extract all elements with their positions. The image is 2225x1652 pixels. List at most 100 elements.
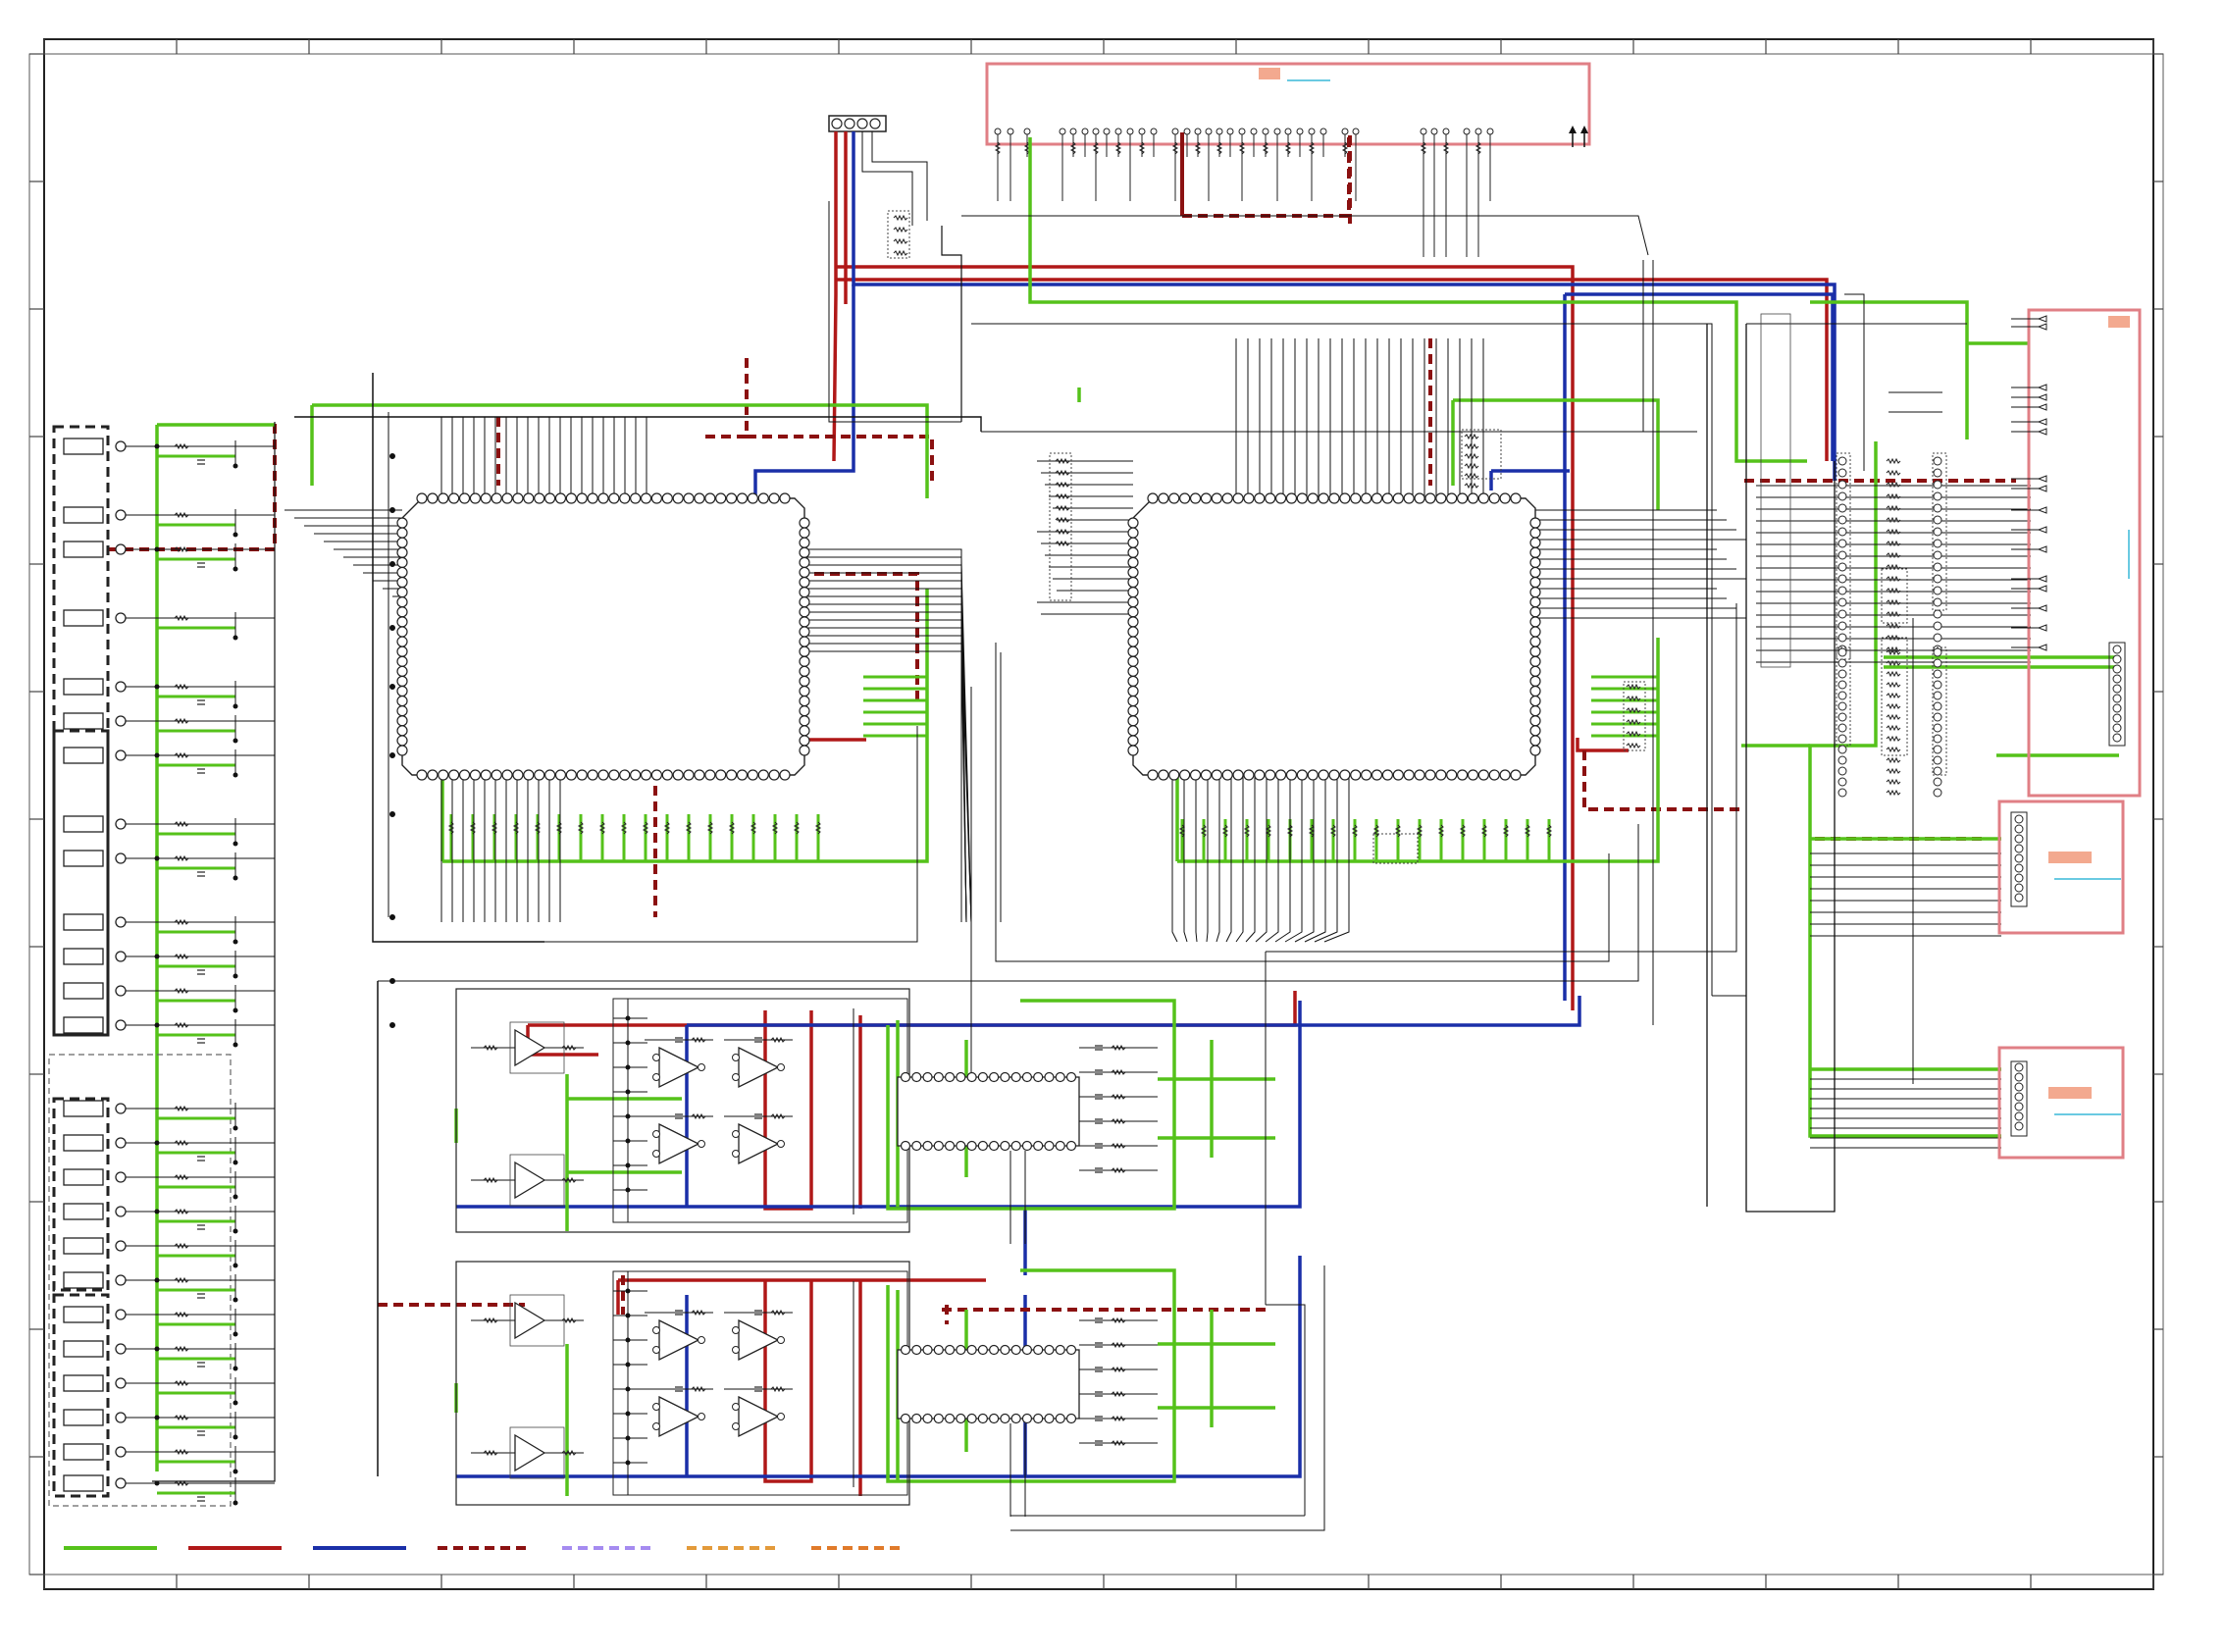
logic-pin (1837, 788, 1847, 798)
resistor-symbol (893, 226, 908, 233)
ic-pin (989, 1140, 1000, 1152)
signal-wire (294, 416, 982, 432)
ic-pin (565, 492, 577, 504)
signal-wire (1304, 775, 1326, 943)
connector-pin (1463, 128, 1471, 135)
connector-pin (2014, 1072, 2024, 1082)
ic-pin (1529, 685, 1541, 697)
input-arrow (2037, 315, 2047, 323)
ic-pin (576, 492, 588, 504)
ic-pin (989, 1413, 1000, 1424)
input-arrow (2037, 384, 2047, 391)
connector-group-outline (52, 1293, 110, 1498)
ic-pin (1529, 527, 1541, 539)
right-connector-block (2010, 308, 2142, 1137)
ic-pin (661, 769, 673, 781)
ic-pin (1446, 492, 1458, 504)
ic-pin (1010, 1413, 1021, 1424)
ic-pin (715, 769, 727, 781)
ic-pin (944, 1071, 956, 1083)
ic-pin (1158, 492, 1169, 504)
signal-wire (804, 643, 962, 922)
ic-pin (956, 1413, 966, 1424)
junction-dot (154, 954, 160, 959)
logic-pin (1933, 491, 1942, 501)
connector-pin (1216, 128, 1223, 135)
ic-pin (1392, 492, 1404, 504)
opamp-pin (777, 1413, 785, 1420)
connector-pin (2014, 853, 2024, 863)
ic-pin (757, 492, 769, 504)
junction-dot (233, 635, 238, 641)
drawing-frame (28, 38, 2164, 1590)
ic-pin (799, 537, 810, 548)
ic-pin (1065, 1344, 1077, 1356)
ic-pin (1265, 492, 1276, 504)
ic-pin (1274, 492, 1287, 504)
junction-dot (389, 914, 395, 920)
resistor-symbol (1886, 670, 1901, 678)
connector-pin (1475, 128, 1482, 135)
signal-wire (1225, 775, 1232, 943)
ic-pin (799, 556, 810, 568)
logic-pin (1933, 574, 1942, 584)
ic-pin (1529, 576, 1541, 589)
ic-body (401, 497, 805, 776)
ic-pin (956, 1071, 966, 1083)
connector-pin (2112, 674, 2122, 684)
junction-dot (389, 811, 395, 817)
ic-pin (523, 492, 535, 504)
logic-pin (1837, 658, 1847, 668)
ic-pin (977, 1413, 988, 1424)
ic-pin (704, 769, 716, 781)
junction-dot (154, 752, 160, 758)
ic-pin (1529, 715, 1541, 727)
opamp-symbol (658, 1395, 700, 1438)
ic-pin (799, 685, 810, 697)
ic-pin (799, 675, 810, 687)
jack-body (63, 1271, 104, 1289)
top-connector-block (985, 62, 1591, 257)
input-arrow (2037, 506, 2047, 514)
ic-pin (799, 596, 810, 608)
signal-wire (1009, 1442, 1305, 1517)
signal-wire (941, 226, 962, 422)
ic-pin (779, 769, 791, 781)
ic-pin (799, 636, 810, 647)
jack-body (63, 541, 104, 558)
ic-pin (1127, 745, 1139, 756)
ic-pin (1055, 1140, 1065, 1152)
signal-wire (804, 572, 962, 922)
ic-pin (396, 596, 408, 608)
ic-pin (1033, 1413, 1044, 1424)
ic-pin (396, 556, 408, 568)
connector-pin (2112, 645, 2122, 654)
ic-pin (799, 725, 810, 737)
logic-pin (1837, 691, 1847, 700)
ic-pin (1189, 492, 1202, 504)
opamp-pin (652, 1403, 660, 1411)
ic-pin (1179, 769, 1191, 781)
ic-pin (1392, 769, 1404, 781)
junction-dot (389, 684, 395, 690)
ic-pin (1127, 705, 1139, 717)
ic-pin (683, 769, 695, 781)
ic-pin (597, 769, 609, 781)
junction-dot (233, 566, 238, 572)
connector-pin (2112, 694, 2122, 703)
jack-body (63, 747, 104, 764)
opamp-pin (698, 1336, 705, 1344)
jack-body (63, 948, 104, 965)
opamp-pin (732, 1422, 740, 1430)
ic-pin (757, 769, 769, 781)
capacitor-symbol (197, 562, 205, 568)
jack-pin (115, 1412, 127, 1423)
logic-pin (1837, 701, 1847, 711)
ic-pin (661, 492, 673, 504)
junction-dot (154, 546, 160, 552)
junction-dot (389, 453, 395, 459)
junction-dot (233, 1160, 238, 1165)
connector-pin (1284, 128, 1292, 135)
junction-dot (154, 1209, 160, 1214)
connector-pin (1250, 128, 1258, 135)
